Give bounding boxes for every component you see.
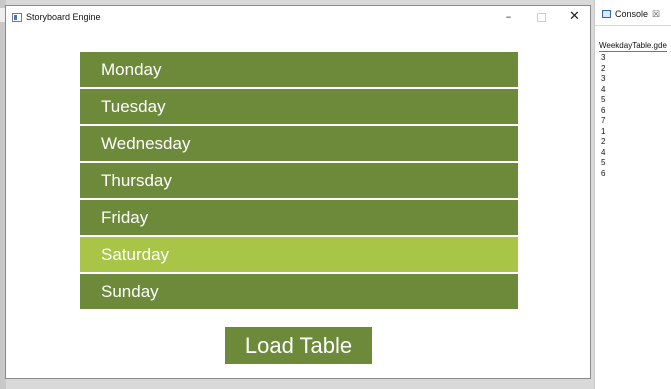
close-button[interactable]: ✕ <box>558 6 591 28</box>
window-title: Storyboard Engine <box>26 12 101 22</box>
console-line: 3 <box>601 53 606 62</box>
title-bar[interactable]: Storyboard Engine – ✕ <box>6 6 590 30</box>
console-line: 5 <box>601 158 606 167</box>
console-output: 3 2 3 4 5 6 7 1 2 4 5 6 <box>601 53 605 179</box>
day-row-saturday[interactable]: Saturday <box>80 237 518 272</box>
day-row-wednesday[interactable]: Wednesday <box>80 126 518 161</box>
day-row-friday[interactable]: Friday <box>80 200 518 235</box>
day-row-thursday[interactable]: Thursday <box>80 163 518 198</box>
load-table-button[interactable]: Load Table <box>225 327 372 364</box>
console-divider <box>595 25 671 26</box>
storyboard-window: Storyboard Engine – ✕ Monday Tuesday Wed… <box>5 5 591 379</box>
day-row-monday[interactable]: Monday <box>80 52 518 87</box>
minimize-icon: – <box>505 10 512 23</box>
day-row-sunday[interactable]: Sunday <box>80 274 518 309</box>
close-icon: ✕ <box>569 9 580 24</box>
console-tab-label: Console <box>615 9 649 19</box>
console-line: 5 <box>601 95 606 104</box>
app-icon <box>12 13 22 22</box>
console-line: 7 <box>601 116 606 125</box>
console-panel: Console ☒ WeekdayTable.gde 3 2 3 4 5 6 7… <box>594 0 671 389</box>
console-file-label: WeekdayTable.gde <box>599 41 667 52</box>
console-line: 2 <box>601 63 606 73</box>
console-close-icon[interactable]: ☒ <box>652 4 660 24</box>
console-icon <box>602 10 611 18</box>
console-line: 6 <box>601 168 606 178</box>
console-line: 4 <box>601 147 606 157</box>
console-tab[interactable]: Console ☒ <box>595 4 671 24</box>
console-line: 2 <box>601 137 606 146</box>
minimize-button[interactable]: – <box>492 6 525 28</box>
maximize-icon <box>537 13 546 22</box>
day-row-tuesday[interactable]: Tuesday <box>80 89 518 124</box>
console-line: 1 <box>601 126 606 136</box>
console-line: 3 <box>601 74 606 83</box>
console-line: 4 <box>601 84 606 94</box>
weekday-list: Monday Tuesday Wednesday Thursday Friday… <box>80 52 518 311</box>
console-line: 6 <box>601 105 606 115</box>
maximize-button <box>525 6 558 28</box>
